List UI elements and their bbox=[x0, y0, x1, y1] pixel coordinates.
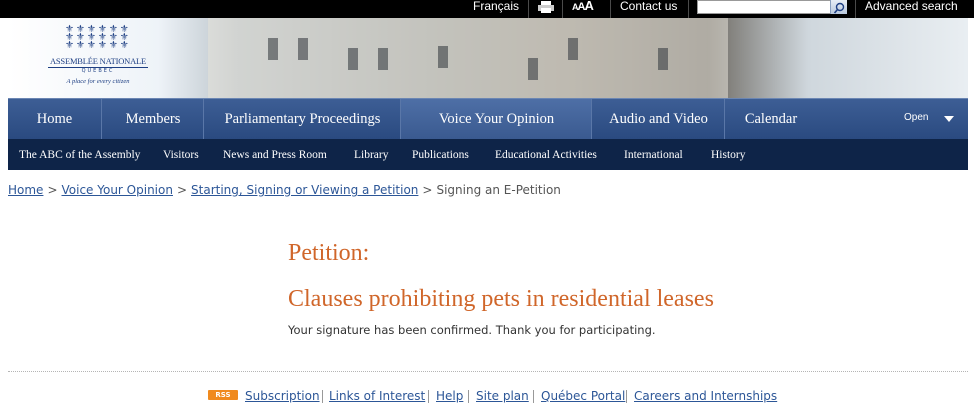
confirmation-message: Your signature has been confirmed. Thank… bbox=[288, 323, 656, 337]
petition-label: Petition: bbox=[288, 240, 370, 266]
subnav-educational-activities[interactable]: Educational Activities bbox=[495, 139, 597, 170]
breadcrumb-separator: > bbox=[47, 183, 58, 197]
subnav-publications[interactable]: Publications bbox=[412, 139, 469, 170]
language-link[interactable]: Français bbox=[473, 0, 519, 18]
search-input[interactable] bbox=[697, 0, 847, 14]
building-window bbox=[348, 48, 358, 70]
nav-members[interactable]: Members bbox=[103, 99, 203, 139]
building-photo bbox=[208, 18, 728, 98]
breadcrumb: Home > Voice Your Opinion > Starting, Signin… bbox=[8, 183, 561, 197]
nav-home[interactable]: Home bbox=[8, 99, 101, 139]
rss-icon[interactable]: RSS bbox=[208, 390, 238, 400]
subnav-news-and-press-room[interactable]: News and Press Room bbox=[223, 139, 327, 170]
building-window bbox=[658, 48, 668, 70]
footer-careers-and-internships[interactable]: Careers and Internships bbox=[634, 388, 777, 404]
footer-links-of-interest[interactable]: Links of Interest bbox=[329, 388, 425, 404]
petition-title: Clauses prohibiting pets in residential … bbox=[288, 286, 714, 312]
footer-separator bbox=[533, 390, 534, 403]
subnav-visitors[interactable]: Visitors bbox=[163, 139, 199, 170]
building-window bbox=[298, 38, 308, 60]
assembly-logo[interactable]: ⚜⚜⚜⚜⚜⚜ ⚜⚜⚜⚜⚜⚜ ⚜⚜⚜⚜⚜⚜ ASSEMBLÉE NATIONALE Q… bbox=[48, 24, 148, 88]
subnav-history[interactable]: History bbox=[711, 139, 746, 170]
logo-region: QUÉBEC bbox=[81, 68, 115, 74]
utility-bar: Français AAA Contact us Advanced search bbox=[0, 0, 974, 18]
subnav-abc-of-the-assembly[interactable]: The ABC of the Assembly bbox=[19, 139, 140, 170]
nav-separator bbox=[101, 99, 102, 139]
secondary-nav: The ABC of the Assembly Visitors News an… bbox=[8, 139, 968, 170]
footer-separator bbox=[468, 390, 469, 403]
nav-separator bbox=[203, 99, 204, 139]
contact-link[interactable]: Contact us bbox=[620, 0, 677, 18]
primary-nav: Home Members Parliamentary Proceedings V… bbox=[8, 98, 968, 139]
footer-quebec-portal[interactable]: Québec Portal bbox=[541, 388, 625, 404]
search-button[interactable] bbox=[830, 0, 847, 14]
nav-calendar[interactable]: Calendar bbox=[726, 99, 816, 139]
utility-separator bbox=[562, 0, 563, 18]
footer-site-plan[interactable]: Site plan bbox=[476, 388, 529, 404]
utility-separator bbox=[610, 0, 611, 18]
building-window bbox=[378, 48, 388, 70]
header-banner: ⚜⚜⚜⚜⚜⚜ ⚜⚜⚜⚜⚜⚜ ⚜⚜⚜⚜⚜⚜ ASSEMBLÉE NATIONALE Q… bbox=[8, 18, 968, 98]
breadcrumb-separator: > bbox=[176, 183, 188, 197]
utility-separator bbox=[688, 0, 689, 18]
nav-separator bbox=[724, 99, 725, 139]
fleur-de-lis-icon: ⚜⚜⚜⚜⚜⚜ ⚜⚜⚜⚜⚜⚜ ⚜⚜⚜⚜⚜⚜ bbox=[65, 24, 131, 51]
footer-divider bbox=[8, 371, 968, 372]
utility-separator bbox=[855, 0, 856, 18]
nav-voice-your-opinion[interactable]: Voice Your Opinion bbox=[402, 99, 591, 139]
advanced-search-link[interactable]: Advanced search bbox=[865, 0, 958, 18]
logo-name: ASSEMBLÉE NATIONALE bbox=[48, 56, 148, 68]
footer-subscription[interactable]: Subscription bbox=[245, 388, 320, 404]
open-menu-button[interactable]: Open bbox=[904, 99, 928, 139]
font-size-label: A bbox=[584, 0, 593, 13]
building-window bbox=[568, 38, 578, 60]
utility-separator bbox=[528, 0, 529, 18]
footer-separator bbox=[626, 390, 627, 403]
subnav-library[interactable]: Library bbox=[354, 139, 388, 170]
breadcrumb-voice-your-opinion[interactable]: Voice Your Opinion bbox=[62, 183, 173, 197]
breadcrumb-current: Signing an E-Petition bbox=[436, 183, 561, 197]
nav-separator bbox=[400, 99, 401, 139]
search-icon bbox=[833, 2, 845, 14]
font-size-button[interactable]: AAA bbox=[572, 0, 594, 18]
footer-help[interactable]: Help bbox=[436, 388, 463, 404]
building-window bbox=[268, 38, 278, 60]
nav-parliamentary-proceedings[interactable]: Parliamentary Proceedings bbox=[205, 99, 400, 139]
building-window bbox=[438, 46, 448, 68]
breadcrumb-petition-page[interactable]: Starting, Signing or Viewing a Petition bbox=[191, 183, 418, 197]
logo-tagline: A place for every citizen bbox=[66, 78, 130, 85]
footer-separator bbox=[322, 390, 323, 403]
breadcrumb-home[interactable]: Home bbox=[8, 183, 43, 197]
printer-icon[interactable] bbox=[538, 1, 554, 19]
nav-audio-and-video[interactable]: Audio and Video bbox=[593, 99, 724, 139]
building-window bbox=[528, 58, 538, 80]
breadcrumb-separator: > bbox=[422, 183, 433, 197]
nav-separator bbox=[591, 99, 592, 139]
footer-separator bbox=[428, 390, 429, 403]
chevron-down-icon[interactable] bbox=[944, 116, 954, 122]
subnav-international[interactable]: International bbox=[624, 139, 683, 170]
